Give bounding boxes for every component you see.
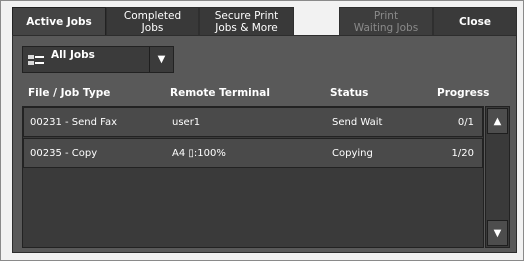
job-row[interactable]: 00235 - Copy A4 ▯:100% Copying 1/20 xyxy=(23,138,483,168)
tab-print-waiting-jobs-label: Print Waiting Jobs xyxy=(353,10,419,34)
tab-secure-print-jobs[interactable]: Secure Print Jobs & More xyxy=(199,7,294,37)
triangle-down-icon: ▼ xyxy=(493,227,502,239)
scroll-down-button[interactable]: ▼ xyxy=(487,220,508,246)
tab-active-jobs[interactable]: Active Jobs xyxy=(12,7,106,37)
job-remote-terminal: A4 ▯:100% xyxy=(172,148,226,159)
job-list-scrollbar: ▲ ▼ xyxy=(485,106,510,248)
column-header-remote-terminal: Remote Terminal xyxy=(170,87,270,99)
job-remote-terminal: user1 xyxy=(172,117,201,128)
job-row[interactable]: 00231 - Send Fax user1 Send Wait 0/1 xyxy=(23,107,483,137)
job-file-type: 00231 - Send Fax xyxy=(30,117,118,128)
job-progress: 0/1 xyxy=(457,117,474,128)
close-button-label: Close xyxy=(459,16,491,28)
dropdown-arrow[interactable]: ▼ xyxy=(149,47,173,72)
job-status: Send Wait xyxy=(332,117,383,128)
triangle-up-icon: ▲ xyxy=(493,115,502,127)
job-list-icon xyxy=(27,53,45,67)
column-header-status: Status xyxy=(330,87,369,99)
job-status-window: Active Jobs Completed Jobs Secure Print … xyxy=(0,0,524,261)
scroll-up-button[interactable]: ▲ xyxy=(487,108,508,134)
tab-print-waiting-jobs: Print Waiting Jobs xyxy=(339,7,433,37)
tab-secure-print-jobs-label: Secure Print Jobs & More xyxy=(214,10,279,34)
job-file-type: 00235 - Copy xyxy=(30,148,98,159)
job-filter-value: All Jobs xyxy=(51,48,95,61)
job-progress: 1/20 xyxy=(451,148,474,159)
tab-completed-jobs-label: Completed Jobs xyxy=(123,10,182,34)
job-filter-dropdown[interactable]: All Jobs ▼ xyxy=(22,46,174,73)
close-button[interactable]: Close xyxy=(433,7,517,37)
tab-bar: Active Jobs Completed Jobs Secure Print … xyxy=(12,7,517,37)
jobs-list: 00231 - Send Fax user1 Send Wait 0/1 002… xyxy=(22,106,484,248)
job-status: Copying xyxy=(332,148,373,159)
column-header-progress: Progress xyxy=(437,87,490,99)
jobs-panel: All Jobs ▼ File / Job Type Remote Termin… xyxy=(12,35,517,253)
triangle-down-icon: ▼ xyxy=(157,54,166,65)
tab-active-jobs-label: Active Jobs xyxy=(26,16,92,28)
tab-completed-jobs[interactable]: Completed Jobs xyxy=(106,7,199,37)
column-header-file-job-type: File / Job Type xyxy=(28,87,111,99)
